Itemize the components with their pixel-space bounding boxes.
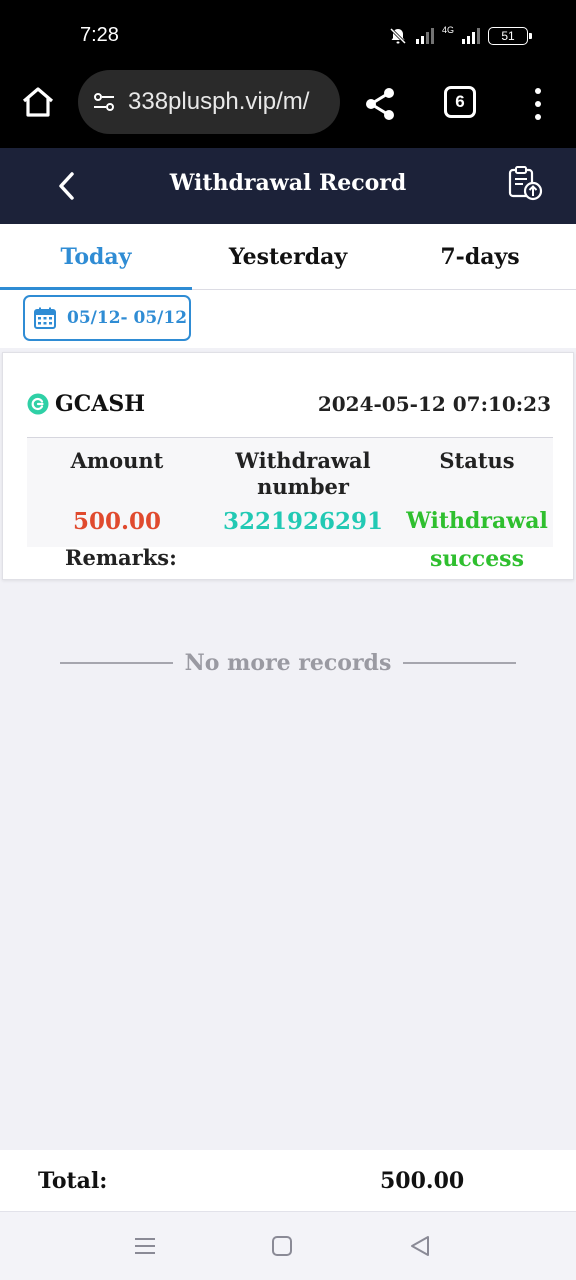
clipboard-upload-icon[interactable] [506,164,544,202]
withdrawal-number-header: Withdrawal number [213,448,393,500]
filter-row: 05/12- 05/12 [0,290,576,348]
withdrawal-number-value: 3221926291 [222,508,384,535]
address-bar[interactable]: 338plusph.vip/m/ [78,70,340,134]
total-bar: Total: 500.00 [0,1150,576,1212]
network-type: 4G [441,24,454,35]
browser-toolbar: 338plusph.vip/m/ 6 [0,70,576,148]
tabs-icon[interactable]: 6 [444,86,476,118]
battery-level: 51 [501,29,515,43]
record-datetime: 2024-05-12 07:10:23 [317,392,551,416]
recent-apps-icon[interactable] [131,1232,159,1260]
more-vert-icon[interactable] [528,86,548,122]
record-details: Amount Withdrawal number Status 500.00 3… [27,437,553,572]
tab-count: 6 [455,92,465,111]
date-range-label: 05/12- 05/12 [67,308,188,328]
app-header: Withdrawal Record [0,148,576,224]
date-range-button[interactable]: 05/12- 05/12 [23,295,191,341]
status-time: 7:28 [80,24,119,46]
period-tabs: Today Yesterday 7-days [0,224,576,290]
tab-today[interactable]: Today [0,224,192,290]
home-button-icon[interactable] [268,1232,296,1260]
remarks-label: Remarks: [65,545,177,570]
withdrawal-number-header-line2: number [257,474,349,499]
bell-muted-icon [389,27,407,45]
signal-icon [415,28,434,44]
divider-right [403,662,517,664]
status-value-line2: success [430,546,524,572]
amount-value: 500.00 [72,508,162,535]
payment-method: GCASH [55,391,146,417]
battery-icon: 51 [488,27,532,45]
back-button-icon[interactable] [406,1232,434,1260]
total-label: Total: [38,1168,108,1194]
page-title: Withdrawal Record [169,170,407,196]
no-more-records-text: No more records [184,650,392,676]
status-value: Withdrawal success [401,502,553,578]
status-header: Status [439,448,515,473]
status-value-line1: Withdrawal [406,508,548,534]
status-icons: 4G 51 [388,24,532,48]
share-icon[interactable] [362,86,398,122]
divider-left [60,662,173,664]
gcash-icon [27,393,49,415]
signal-4g-icon [462,28,480,44]
status-bar: 7:28 4G 51 [0,0,576,70]
record-header: GCASH 2024-05-12 07:10:23 [27,391,551,417]
total-value: 500.00 [380,1168,465,1194]
withdrawal-record-card: GCASH 2024-05-12 07:10:23 Amount Withdra… [2,352,574,580]
url-text: 338plusph.vip/m/ [128,88,310,115]
system-nav-bar [0,1212,576,1280]
site-settings-icon[interactable] [90,88,118,116]
tab-yesterday[interactable]: Yesterday [192,224,384,289]
tab-7-days[interactable]: 7-days [384,224,576,289]
amount-header: Amount [70,448,164,473]
withdrawal-number-header-line1: Withdrawal [235,448,371,473]
no-more-records: No more records [60,650,517,676]
home-icon[interactable] [20,84,56,120]
calendar-icon [34,307,56,329]
